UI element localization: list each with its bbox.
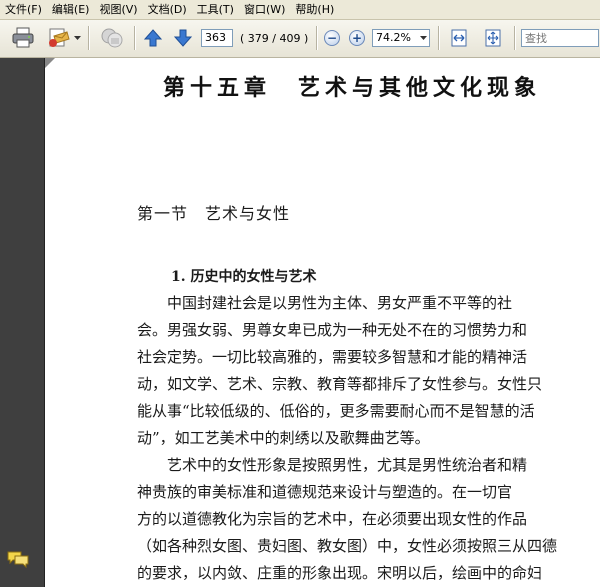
print-button[interactable]: [8, 25, 38, 51]
toolbar-separator: [316, 26, 318, 50]
text-line: 社会定势。一切比较高雅的，需要较多智慧和才能的精神活: [137, 348, 528, 366]
toolbar-separator: [88, 26, 90, 50]
comments-button[interactable]: [6, 550, 30, 574]
security-button[interactable]: [98, 25, 126, 51]
menu-document[interactable]: 文档(D): [143, 0, 192, 19]
fit-page-icon: [485, 29, 501, 47]
zoom-in-button[interactable]: +: [348, 25, 366, 51]
navigation-panel: [0, 58, 45, 587]
document-viewport[interactable]: 第十五章 艺术与其他文化现象 第一节 艺术与女性 1. 历史中的女性与艺术 中国…: [45, 58, 600, 587]
minus-icon: −: [324, 30, 340, 46]
plus-icon: +: [349, 30, 365, 46]
paragraph-2: 艺术中的女性形象是按照男性，尤其是男性统治者和精 神贵族的审美标准和道德规范来设…: [137, 452, 587, 587]
arrow-down-icon: [173, 29, 193, 47]
text-line: 能从事“比较低级的、低俗的，更多需要耐心而不是智慧的活: [137, 402, 535, 420]
menu-help[interactable]: 帮助(H): [290, 0, 339, 19]
text-line: （如各种烈女图、贵妇图、教女图）中，女性必须按照三从四德: [137, 537, 558, 555]
text-line: 动，如文学、艺术、宗教、教育等都排斥了女性参与。女性只: [137, 375, 543, 393]
menu-bar: 文件(F) 编辑(E) 视图(V) 文档(D) 工具(T) 窗口(W) 帮助(H…: [0, 0, 600, 20]
fit-page-button[interactable]: [482, 25, 504, 51]
menu-tools[interactable]: 工具(T): [192, 0, 239, 19]
text-line: 中国封建社会是以男性为主体、男女严重不平等的社: [137, 294, 513, 312]
menu-window[interactable]: 窗口(W): [239, 0, 290, 19]
fit-width-button[interactable]: [448, 25, 470, 51]
arrow-up-icon: [143, 29, 163, 47]
pdf-page: 第十五章 艺术与其他文化现象 第一节 艺术与女性 1. 历史中的女性与艺术 中国…: [45, 58, 600, 587]
paragraph-1: 中国封建社会是以男性为主体、男女严重不平等的社 会。男强女弱、男尊女卑已成为一种…: [137, 290, 587, 452]
subsection-title: 1. 历史中的女性与艺术: [171, 269, 317, 285]
toolbar-separator: [134, 26, 136, 50]
zoom-value: 74.2%: [376, 31, 411, 44]
menu-edit[interactable]: 编辑(E): [47, 0, 95, 19]
previous-page-button[interactable]: [142, 25, 164, 51]
text-line: 动”，如工艺美术中的刺绣以及歌舞曲艺等。: [137, 429, 430, 447]
menu-view[interactable]: 视图(V): [94, 0, 142, 19]
toolbar-separator: [438, 26, 440, 50]
zoom-select[interactable]: 74.2%: [372, 29, 430, 47]
chevron-down-icon: [420, 35, 427, 40]
chevron-down-icon: [73, 35, 81, 40]
text-line: 的要求，以内敛、庄重的形象出现。宋明以后，绘画中的命妇: [137, 564, 543, 582]
next-page-button[interactable]: [172, 25, 194, 51]
section-title: 第一节 艺术与女性: [137, 204, 291, 223]
text-line: 神贵族的审美标准和道德规范来设计与塑造的。在一切官: [137, 483, 513, 501]
email-icon: [49, 28, 70, 47]
toolbar: 363 ( 379 / 409 ) − + 74.2%: [0, 20, 600, 58]
security-icon: [101, 28, 123, 48]
chapter-title: 第十五章 艺术与其他文化现象: [163, 75, 542, 101]
zoom-out-button[interactable]: −: [323, 25, 341, 51]
comment-icon: [7, 551, 29, 569]
toolbar-separator: [514, 26, 516, 50]
page-count-label: ( 379 / 409 ): [240, 31, 309, 45]
search-input[interactable]: [521, 29, 599, 47]
fit-width-icon: [451, 29, 467, 47]
email-menu-button[interactable]: [72, 25, 82, 51]
text-line: 方的以道德教化为宗旨的艺术中，在必须要出现女性的作品: [137, 510, 528, 528]
text-line: 会。男强女弱、男尊女卑已成为一种无处不在的习惯势力和: [137, 321, 528, 339]
page-corner: [45, 58, 55, 68]
menu-file[interactable]: 文件(F): [0, 0, 47, 19]
page-number-input[interactable]: 363: [201, 29, 233, 47]
text-line: 艺术中的女性形象是按照男性，尤其是男性统治者和精: [137, 456, 528, 474]
email-button[interactable]: [46, 25, 72, 51]
printer-icon: [12, 27, 34, 48]
